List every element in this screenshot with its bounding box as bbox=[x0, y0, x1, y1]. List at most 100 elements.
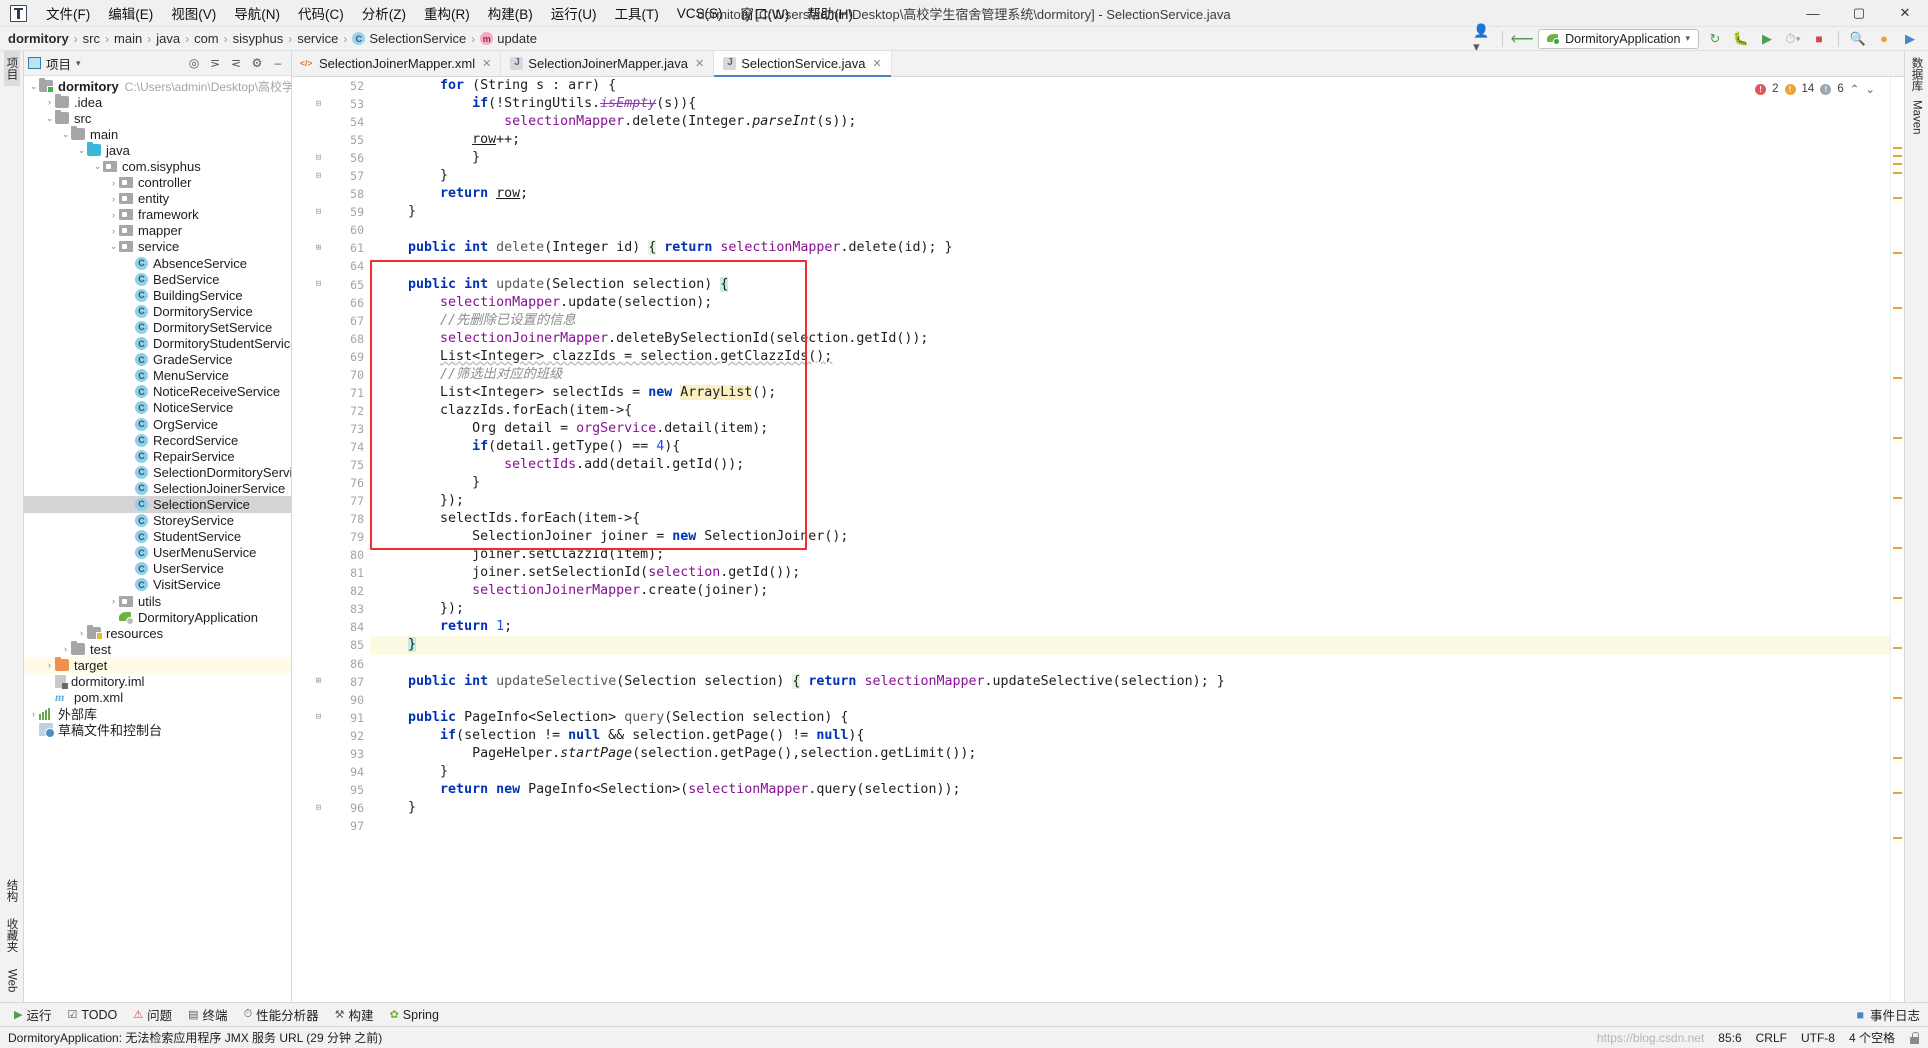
chevron-down-icon[interactable]: ⌄ bbox=[44, 113, 55, 124]
line-number[interactable]: 53 bbox=[292, 95, 370, 113]
collapse-all-icon[interactable]: ⋜ bbox=[227, 54, 245, 72]
breadcrumb-item-sisyphus[interactable]: sisyphus bbox=[233, 31, 284, 46]
tree-item-target[interactable]: › target bbox=[24, 657, 291, 674]
fold-collapse-icon[interactable]: ⊟ bbox=[313, 802, 324, 813]
tree-item-dormitoryapplication[interactable]: DormitoryApplication bbox=[24, 609, 291, 625]
tree-item-utils[interactable]: › utils bbox=[24, 593, 291, 609]
line-number[interactable]: 72 bbox=[292, 402, 370, 420]
code-line[interactable]: Org detail = orgService.detail(item); bbox=[370, 420, 1890, 438]
inspection-widget[interactable]: ! 2 ! 14 ! 6 ⌃ ⌄ bbox=[1752, 81, 1878, 97]
code-line[interactable]: joiner.setSelectionId(selection.getId())… bbox=[370, 564, 1890, 582]
gear-icon[interactable]: ⚙ bbox=[248, 54, 266, 72]
event-log-button[interactable]: ■ 事件日志 bbox=[1856, 1005, 1928, 1024]
tree-item-main[interactable]: ⌄ main bbox=[24, 126, 291, 142]
marker-tick[interactable] bbox=[1893, 497, 1902, 499]
line-number[interactable]: 85 bbox=[292, 636, 370, 654]
tree-item-dormitorystudentservice[interactable]: C DormitoryStudentService bbox=[24, 336, 291, 352]
chevron-right-icon[interactable]: › bbox=[76, 628, 87, 638]
code-line[interactable]: selectIds.forEach(item->{ bbox=[370, 510, 1890, 528]
tree-item-studentservice[interactable]: C StudentService bbox=[24, 529, 291, 545]
code-content[interactable]: for (String s : arr) { if(!StringUtils.i… bbox=[370, 77, 1890, 1002]
tree-item-idea[interactable]: › .idea bbox=[24, 94, 291, 110]
editor-tab-selectionservicejava[interactable]: SelectionService.java ✕ bbox=[714, 51, 892, 77]
tree-item-storeyservice[interactable]: C StoreyService bbox=[24, 513, 291, 529]
line-number[interactable]: 68 bbox=[292, 330, 370, 348]
user-avatar-icon[interactable]: 👤▾ bbox=[1473, 23, 1493, 54]
code-line[interactable]: public int delete(Integer id) { return s… bbox=[370, 239, 1890, 257]
fold-collapse-icon[interactable]: ⊟ bbox=[313, 279, 324, 290]
tree-item-absenceservice[interactable]: C AbsenceService bbox=[24, 255, 291, 271]
line-number[interactable]: 71 bbox=[292, 384, 370, 402]
bottom-tab-构建[interactable]: ⚒ 构建 bbox=[327, 1003, 382, 1026]
line-number[interactable]: 93 bbox=[292, 745, 370, 763]
line-number[interactable]: 73 bbox=[292, 420, 370, 438]
tree-item-selectionjoinerservice[interactable]: C SelectionJoinerService bbox=[24, 480, 291, 496]
fold-collapse-icon[interactable]: ⊟ bbox=[313, 170, 324, 181]
line-number[interactable]: 83 bbox=[292, 600, 370, 618]
chevron-down-icon[interactable]: ⌄ bbox=[28, 81, 39, 92]
marker-tick[interactable] bbox=[1893, 597, 1902, 599]
menu-item-12[interactable]: 帮助(H) bbox=[798, 0, 862, 26]
code-line[interactable]: } bbox=[370, 636, 1890, 655]
fold-collapse-icon[interactable]: ⊟ bbox=[313, 152, 324, 163]
file-encoding[interactable]: UTF-8 bbox=[1801, 1031, 1835, 1045]
marker-tick[interactable] bbox=[1893, 377, 1902, 379]
tree-item-userservice[interactable]: C UserService bbox=[24, 561, 291, 577]
code-line[interactable]: }); bbox=[370, 492, 1890, 510]
tree-item-menuservice[interactable]: C MenuService bbox=[24, 368, 291, 384]
code-line[interactable]: if(selection != null && selection.getPag… bbox=[370, 727, 1890, 745]
marker-tick[interactable] bbox=[1893, 792, 1902, 794]
editor-gutter[interactable]: 52 ⊟ 53 54 55 ⊟ 56 ⊟ 57 58 ⊟ 59 60 ⊞ 61 64 ⊟ 65 66 67 68 69 70… bbox=[292, 77, 370, 1002]
marker-tick[interactable] bbox=[1893, 697, 1902, 699]
code-line[interactable]: return new PageInfo<Selection>(selection… bbox=[370, 781, 1890, 799]
tree-item-mapper[interactable]: › mapper bbox=[24, 223, 291, 239]
code-line[interactable]: List<Integer> selectIds = new ArrayList(… bbox=[370, 384, 1890, 402]
rail-item-favorites[interactable]: 收藏夹 bbox=[4, 912, 20, 959]
tree-item-dormitoryservice[interactable]: C DormitoryService bbox=[24, 303, 291, 319]
rail-item-web[interactable]: Web bbox=[6, 963, 18, 998]
line-number[interactable]: 96 bbox=[292, 799, 370, 817]
update-project-icon[interactable]: ⟵ bbox=[1511, 29, 1534, 49]
maximize-button[interactable]: ▢ bbox=[1836, 0, 1882, 27]
code-line[interactable]: return row; bbox=[370, 185, 1890, 203]
code-line[interactable]: List<Integer> clazzIds = selection.getCl… bbox=[370, 348, 1890, 366]
bottom-tab-Spring[interactable]: ✿ Spring bbox=[382, 1006, 447, 1024]
code-line[interactable]: clazzIds.forEach(item->{ bbox=[370, 402, 1890, 420]
code-line[interactable] bbox=[370, 257, 1890, 275]
search-icon[interactable]: 🔍 bbox=[1848, 29, 1868, 49]
chevron-down-icon[interactable]: ⌄ bbox=[76, 145, 87, 156]
tree-item-test[interactable]: › test bbox=[24, 641, 291, 657]
line-number[interactable]: 67 bbox=[292, 312, 370, 330]
line-number[interactable]: 87 bbox=[292, 673, 370, 691]
code-line[interactable]: if(!StringUtils.isEmpty(s)){ bbox=[370, 95, 1890, 113]
tree-item-usermenuservice[interactable]: C UserMenuService bbox=[24, 545, 291, 561]
bottom-tab-终端[interactable]: ▤ 终端 bbox=[180, 1003, 235, 1026]
breadcrumb-item-dormitory[interactable]: dormitory bbox=[8, 31, 69, 46]
line-number[interactable]: 90 bbox=[292, 691, 370, 709]
line-number[interactable]: 66 bbox=[292, 294, 370, 312]
lock-icon[interactable] bbox=[1909, 1031, 1920, 1044]
chevron-up-icon[interactable]: ⌃ bbox=[1850, 82, 1860, 96]
menu-item-8[interactable]: 运行(U) bbox=[542, 0, 606, 26]
menu-item-6[interactable]: 重构(R) bbox=[415, 0, 479, 26]
bottom-tab-运行[interactable]: ▶ 运行 bbox=[6, 1003, 59, 1026]
tree-item-repairservice[interactable]: C RepairService bbox=[24, 448, 291, 464]
menu-item-9[interactable]: 工具(T) bbox=[606, 0, 668, 26]
code-line[interactable]: public int update(Selection selection) { bbox=[370, 276, 1890, 294]
menu-bar[interactable]: 文件(F) 编辑(E) 视图(V) 导航(N) 代码(C) 分析(Z) 重构(R) 构建(B)… bbox=[37, 0, 862, 26]
fold-collapse-icon[interactable]: ⊟ bbox=[313, 712, 324, 723]
line-number[interactable]: 65 bbox=[292, 276, 370, 294]
code-line[interactable] bbox=[370, 817, 1890, 835]
line-number[interactable]: 57 bbox=[292, 167, 370, 185]
code-line[interactable] bbox=[370, 221, 1890, 239]
code-line[interactable]: if(detail.getType() == 4){ bbox=[370, 438, 1890, 456]
code-line[interactable]: SelectionJoiner joiner = new SelectionJo… bbox=[370, 528, 1890, 546]
chevron-right-icon[interactable]: › bbox=[108, 596, 119, 606]
tree-item-framework[interactable]: › framework bbox=[24, 207, 291, 223]
chevron-right-icon[interactable]: › bbox=[28, 709, 39, 719]
code-line[interactable]: //先删除已设置的信息 bbox=[370, 312, 1890, 330]
line-number[interactable]: 58 bbox=[292, 185, 370, 203]
code-line[interactable]: selectionMapper.update(selection); bbox=[370, 294, 1890, 312]
line-number[interactable]: 84 bbox=[292, 618, 370, 636]
close-icon[interactable]: ✕ bbox=[695, 57, 704, 70]
